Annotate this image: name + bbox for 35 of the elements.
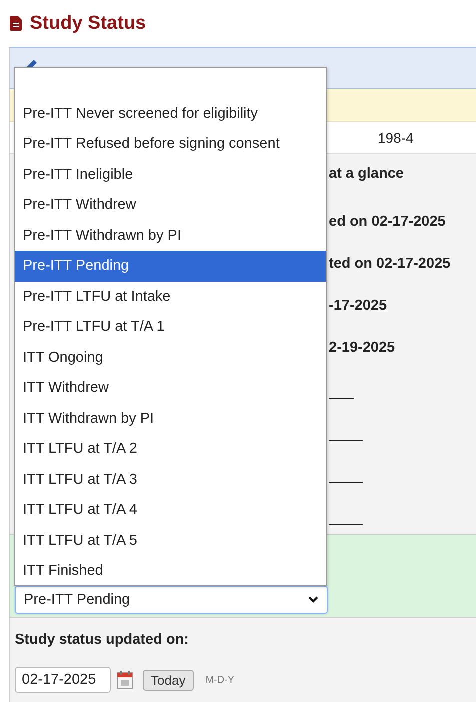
document-icon — [10, 16, 22, 31]
dropdown-option[interactable]: Pre-ITT LTFU at T/A 1 — [15, 312, 326, 342]
dropdown-option[interactable]: ITT LTFU at T/A 5 — [15, 526, 326, 556]
dropdown-option[interactable]: Pre-ITT Withdrew — [15, 190, 326, 220]
record-id-value: 198-4 — [378, 130, 414, 146]
summary-date-text: ted on 02-17-2025 — [329, 255, 452, 274]
dropdown-option[interactable]: ITT Withdrew — [15, 373, 326, 404]
summary-date-text: -17-2025 — [329, 297, 388, 316]
dropdown-option[interactable]: Pre-ITT Never screened for eligibility — [15, 98, 326, 129]
chevron-down-icon — [308, 596, 319, 604]
dropdown-option[interactable]: ITT LTFU at T/A 2 — [15, 434, 326, 464]
status-select[interactable]: Pre-ITT Pending — [15, 586, 328, 614]
date-format-hint: M-D-Y — [206, 674, 235, 686]
dropdown-option[interactable]: Pre-ITT Withdrawn by PI — [15, 220, 326, 251]
blank-line — [329, 398, 354, 399]
summary-date-text: ed on 02-17-2025 — [329, 213, 447, 232]
dropdown-option[interactable]: ITT Withdrawn by PI — [15, 404, 326, 434]
blank-line — [329, 482, 363, 483]
dropdown-option[interactable]: Pre-ITT Pending — [15, 251, 326, 282]
dropdown-option[interactable]: ITT LTFU at T/A 3 — [15, 464, 326, 495]
today-button[interactable]: Today — [143, 670, 194, 690]
summary-heading: at a glance — [329, 165, 405, 184]
dropdown-option[interactable]: Pre-ITT Refused before signing consent — [15, 129, 326, 160]
dropdown-option[interactable]: Pre-ITT LTFU at Intake — [15, 282, 326, 312]
blank-line — [329, 440, 363, 441]
summary-date-text: 2-19-2025 — [329, 339, 396, 358]
page-title: Study Status — [30, 12, 146, 34]
calendar-icon[interactable] — [117, 671, 133, 689]
dropdown-option[interactable]: Pre-ITT Ineligible — [15, 160, 326, 190]
dropdown-option[interactable]: ITT LTFU at T/A 4 — [15, 495, 326, 526]
blank-line — [329, 524, 363, 525]
date-label: Study status updated on: — [15, 632, 190, 648]
date-field[interactable]: 02-17-2025 — [15, 667, 111, 693]
dropdown-option[interactable]: ITT Finished — [15, 556, 326, 586]
dropdown-option[interactable]: ITT Ongoing — [15, 342, 326, 373]
